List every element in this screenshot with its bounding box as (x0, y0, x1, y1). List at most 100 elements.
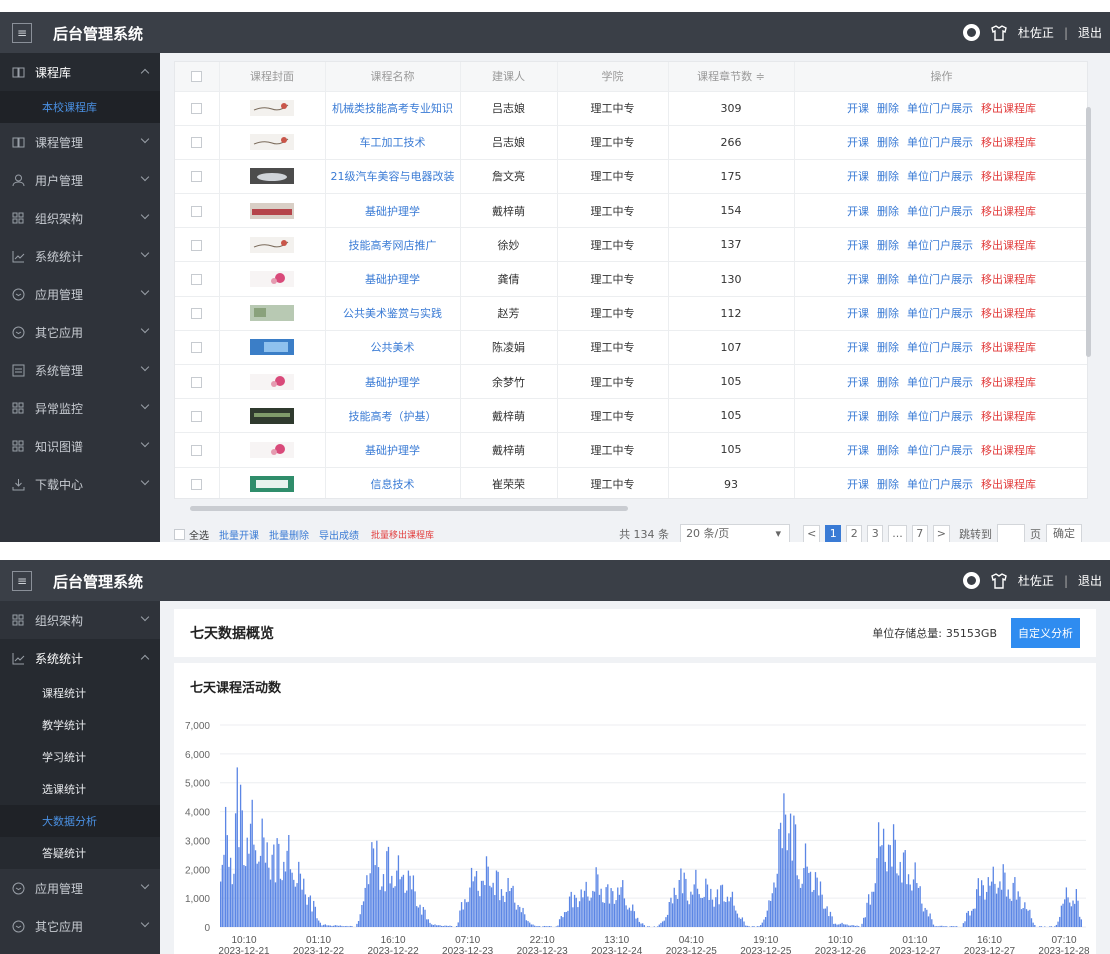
logout-link[interactable]: 退出 (1078, 24, 1102, 41)
row-checkbox[interactable] (191, 479, 203, 491)
course-name-link[interactable]: 信息技术 (325, 466, 461, 498)
remove-from-library-link[interactable]: 移出课程库 (981, 136, 1036, 149)
course-name-link[interactable]: 公共美术 (325, 329, 461, 365)
page-7-button[interactable]: 7 (911, 525, 928, 542)
portal-display-link[interactable]: 单位门户展示 (907, 170, 973, 183)
sidebar-item[interactable]: 系统统计 (0, 639, 160, 677)
portal-display-link[interactable]: 单位门户展示 (907, 376, 973, 389)
course-name-link[interactable]: 机械类技能高考专业知识 (325, 90, 461, 126)
globe-icon[interactable] (962, 572, 980, 589)
course-cover-thumbnail[interactable] (250, 441, 294, 458)
row-checkbox[interactable] (191, 376, 203, 388)
next-page-button[interactable]: > (932, 525, 950, 542)
course-cover-thumbnail[interactable] (250, 168, 294, 185)
course-name-link[interactable]: 基础护理学 (325, 261, 461, 297)
page-1-button[interactable]: 1 (825, 525, 842, 542)
open-course-link[interactable]: 开课 (847, 170, 869, 183)
page-size-select[interactable]: 20 条/页 (680, 524, 791, 542)
remove-from-library-link[interactable]: 移出课程库 (981, 170, 1036, 183)
course-cover-thumbnail[interactable] (250, 339, 294, 356)
sidebar-subitem[interactable]: 答疑统计 (0, 837, 160, 869)
row-select-cell[interactable] (175, 158, 220, 194)
page-2-button[interactable]: 2 (846, 525, 863, 542)
portal-display-link[interactable]: 单位门户展示 (907, 239, 973, 252)
remove-from-library-link[interactable]: 移出课程库 (981, 273, 1036, 286)
row-select-cell[interactable] (175, 398, 220, 433)
sidebar-item[interactable]: 系统管理 (0, 351, 160, 389)
course-cover-thumbnail[interactable] (250, 476, 294, 493)
course-cover-thumbnail[interactable] (250, 305, 294, 322)
remove-from-library-link[interactable]: 移出课程库 (981, 239, 1036, 252)
row-checkbox[interactable] (191, 410, 203, 422)
sidebar-subitem[interactable]: 课程统计 (0, 677, 160, 709)
delete-link[interactable]: 删除 (877, 239, 899, 252)
sidebar-subitem[interactable]: 大数据分析 (0, 805, 160, 837)
header-select[interactable] (175, 62, 220, 91)
course-cover-thumbnail[interactable] (250, 271, 294, 288)
course-cover-thumbnail[interactable] (250, 407, 294, 424)
username[interactable]: 杜佐正 (1018, 24, 1054, 41)
row-select-cell[interactable] (175, 227, 220, 262)
delete-link[interactable]: 删除 (877, 444, 899, 457)
remove-from-library-link[interactable]: 移出课程库 (981, 205, 1036, 218)
open-course-link[interactable]: 开课 (847, 410, 869, 423)
open-course-link[interactable]: 开课 (847, 307, 869, 320)
remove-from-library-link[interactable]: 移出课程库 (981, 478, 1036, 491)
theme-shirt-icon[interactable] (990, 24, 1008, 41)
username[interactable]: 杜佐正 (1018, 572, 1054, 589)
course-name-link[interactable]: 技能高考网店推广 (325, 227, 461, 262)
theme-shirt-icon[interactable] (990, 572, 1008, 589)
open-course-link[interactable]: 开课 (847, 341, 869, 354)
course-name-link[interactable]: 基础护理学 (325, 193, 461, 228)
menu-toggle-icon[interactable]: ≡ (12, 23, 32, 43)
select-all-checkbox[interactable] (191, 71, 203, 83)
delete-link[interactable]: 删除 (877, 478, 899, 491)
course-name-link[interactable]: 技能高考（护基） (325, 398, 461, 433)
remove-from-library-link[interactable]: 移出课程库 (981, 444, 1036, 457)
course-name-link[interactable]: 基础护理学 (325, 363, 461, 399)
sidebar-item[interactable]: 知识图谱 (0, 427, 160, 465)
row-select-cell[interactable] (175, 261, 220, 297)
row-checkbox[interactable] (191, 103, 203, 115)
batch-remove-button[interactable]: 批量移出课程库 (371, 528, 434, 541)
sidebar-item[interactable]: 系统统计 (0, 237, 160, 275)
custom-analysis-button[interactable]: 自定义分析 (1011, 618, 1080, 648)
sidebar-subitem[interactable]: 学习统计 (0, 741, 160, 773)
prev-page-button[interactable]: < (803, 525, 821, 542)
delete-link[interactable]: 删除 (877, 341, 899, 354)
row-checkbox[interactable] (191, 239, 203, 251)
menu-toggle-icon[interactable]: ≡ (12, 571, 32, 591)
confirm-goto-button[interactable]: 确定 (1046, 524, 1082, 542)
open-course-link[interactable]: 开课 (847, 478, 869, 491)
portal-display-link[interactable]: 单位门户展示 (907, 341, 973, 354)
row-select-cell[interactable] (175, 295, 220, 331)
open-course-link[interactable]: 开课 (847, 444, 869, 457)
course-cover-thumbnail[interactable] (250, 236, 294, 253)
sidebar-item[interactable]: 应用管理 (0, 275, 160, 313)
sidebar-subitem[interactable]: 本校课程库 (0, 91, 160, 123)
globe-icon[interactable] (962, 24, 980, 41)
portal-display-link[interactable]: 单位门户展示 (907, 478, 973, 491)
delete-link[interactable]: 删除 (877, 307, 899, 320)
row-select-cell[interactable] (175, 329, 220, 365)
remove-from-library-link[interactable]: 移出课程库 (981, 307, 1036, 320)
sidebar-item[interactable]: 组织架构 (0, 601, 160, 639)
row-checkbox[interactable] (191, 308, 203, 320)
portal-display-link[interactable]: 单位门户展示 (907, 307, 973, 320)
sidebar-item[interactable]: 其它应用 (0, 907, 160, 945)
row-checkbox[interactable] (191, 171, 203, 183)
remove-from-library-link[interactable]: 移出课程库 (981, 341, 1036, 354)
export-button[interactable]: 导出成绩 (319, 527, 359, 542)
course-name-link[interactable]: 车工加工技术 (325, 124, 461, 160)
page-3-button[interactable]: 3 (867, 525, 884, 542)
remove-from-library-link[interactable]: 移出课程库 (981, 376, 1036, 389)
course-cover-thumbnail[interactable] (250, 100, 294, 117)
open-course-link[interactable]: 开课 (847, 136, 869, 149)
remove-from-library-link[interactable]: 移出课程库 (981, 102, 1036, 115)
course-name-link[interactable]: 基础护理学 (325, 432, 461, 468)
sidebar-item[interactable]: 用户管理 (0, 161, 160, 199)
row-select-cell[interactable] (175, 193, 220, 228)
delete-link[interactable]: 删除 (877, 205, 899, 218)
portal-display-link[interactable]: 单位门户展示 (907, 444, 973, 457)
logout-link[interactable]: 退出 (1078, 572, 1102, 589)
